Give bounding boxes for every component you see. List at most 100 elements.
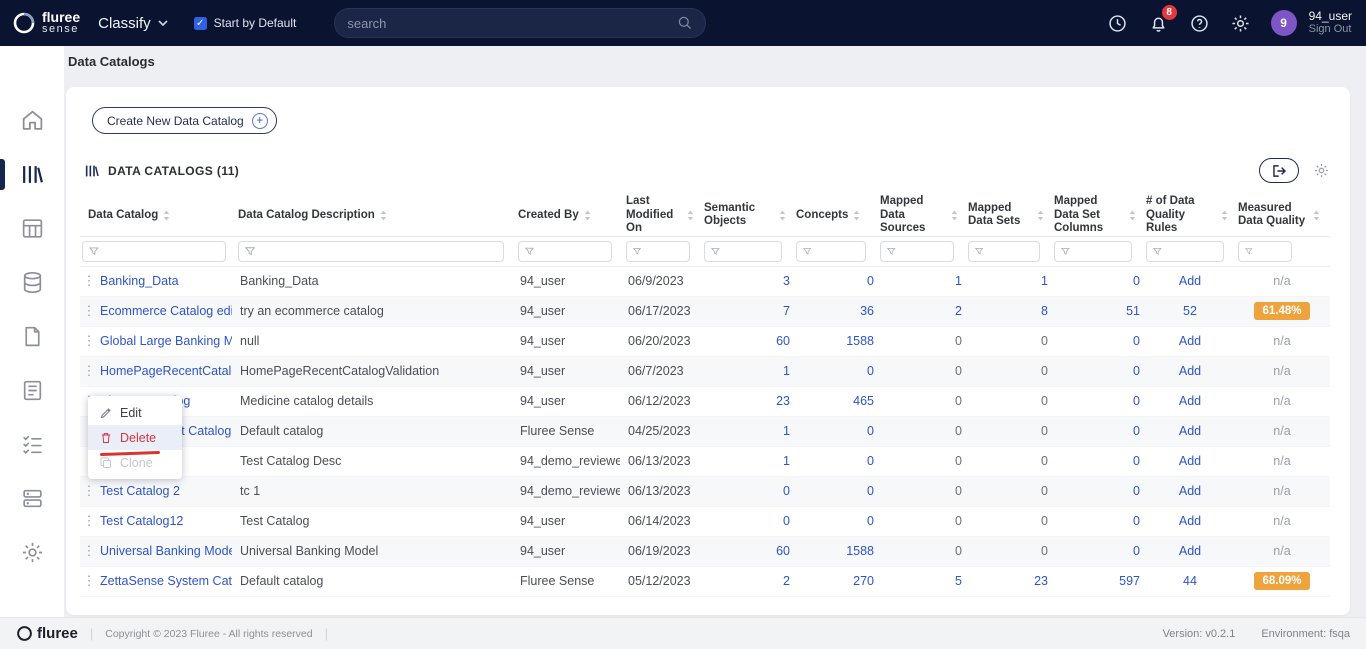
catalog-link[interactable]: ZettaSense System Catal	[100, 574, 232, 588]
filter-input-concepts[interactable]	[816, 245, 859, 257]
column-header-semantic_objects[interactable]: Semantic Objects	[704, 195, 796, 236]
start-by-default[interactable]: ✓ Start by Default	[194, 16, 297, 30]
mapped_columns-value[interactable]: 0	[1133, 454, 1140, 468]
quality-rules-link[interactable]: 44	[1183, 574, 1197, 588]
filter-input-description[interactable]	[260, 245, 497, 257]
sidebar-item-settings[interactable]	[0, 540, 64, 565]
concepts-value[interactable]: 0	[867, 274, 874, 288]
column-header-mapped_sets[interactable]: Mapped Data Sets	[968, 195, 1054, 236]
catalog-link[interactable]: Test Catalog 2	[100, 484, 232, 498]
settings-button[interactable]	[1230, 13, 1251, 34]
semantic_objects-value[interactable]: 7	[783, 304, 790, 318]
catalog-link[interactable]: Test Catalog12	[100, 514, 232, 528]
filter-input-semantic_objects[interactable]	[725, 245, 775, 257]
sidebar-item-report[interactable]	[0, 378, 64, 403]
table-settings-button[interactable]	[1313, 162, 1330, 179]
mapped_columns-value[interactable]: 0	[1133, 484, 1140, 498]
quality-rules-link[interactable]: Add	[1179, 274, 1201, 288]
concepts-value[interactable]: 36	[860, 304, 874, 318]
column-header-created_by[interactable]: Created By	[518, 195, 626, 236]
row-menu-button[interactable]: ⋮	[82, 303, 96, 319]
semantic_objects-value[interactable]: 0	[783, 484, 790, 498]
filter-input-mapped_sources[interactable]	[901, 245, 947, 257]
export-button[interactable]	[1259, 158, 1299, 183]
mapped_columns-value[interactable]: 0	[1133, 364, 1140, 378]
mapped_sources-value[interactable]: 2	[955, 304, 962, 318]
quality-rules-link[interactable]: 52	[1183, 304, 1197, 318]
semantic_objects-value[interactable]: 2	[783, 574, 790, 588]
filter-input-quality_rules[interactable]	[1167, 245, 1217, 257]
mapped_sets-value[interactable]: 1	[1041, 274, 1048, 288]
row-menu-button[interactable]: ⋮	[82, 513, 96, 529]
row-menu-button[interactable]: ⋮	[82, 273, 96, 289]
concepts-value[interactable]: 465	[853, 394, 874, 408]
filter-input-mapped_columns[interactable]	[1075, 245, 1125, 257]
catalog-link[interactable]: Banking_Data	[100, 274, 232, 288]
mapped_columns-value[interactable]: 0	[1133, 514, 1140, 528]
filter-input-catalog[interactable]	[104, 245, 219, 257]
column-header-last_modified[interactable]: Last Modified On	[626, 195, 704, 236]
history-button[interactable]	[1107, 13, 1128, 34]
mapped_columns-value[interactable]: 0	[1133, 394, 1140, 408]
concepts-value[interactable]: 270	[853, 574, 874, 588]
quality-rules-link[interactable]: Add	[1179, 364, 1201, 378]
concepts-value[interactable]: 1588	[846, 544, 874, 558]
column-header-measured_quality[interactable]: Measured Data Quality	[1238, 195, 1330, 236]
row-menu-button[interactable]: ⋮	[82, 363, 96, 379]
notifications-button[interactable]: 8	[1148, 13, 1169, 34]
concepts-value[interactable]: 0	[867, 454, 874, 468]
semantic_objects-value[interactable]: 1	[783, 364, 790, 378]
quality-rules-link[interactable]: Add	[1179, 394, 1201, 408]
concepts-value[interactable]: 0	[867, 424, 874, 438]
mapped_columns-value[interactable]: 0	[1133, 274, 1140, 288]
sidebar-item-grid[interactable]	[0, 216, 64, 241]
sidebar-item-document[interactable]	[0, 324, 64, 349]
concepts-value[interactable]: 0	[867, 514, 874, 528]
quality-rules-link[interactable]: Add	[1179, 454, 1201, 468]
sidebar-item-catalogs[interactable]	[0, 162, 64, 187]
concepts-value[interactable]: 0	[867, 364, 874, 378]
start-by-default-checkbox[interactable]: ✓	[194, 17, 207, 30]
mapped_sets-value[interactable]: 8	[1041, 304, 1048, 318]
search-input[interactable]	[347, 16, 677, 31]
quality-rules-link[interactable]: Add	[1179, 334, 1201, 348]
help-button[interactable]	[1189, 13, 1210, 34]
column-header-mapped_columns[interactable]: Mapped Data Set Columns	[1054, 195, 1146, 236]
filter-input-measured_quality[interactable]	[1258, 245, 1285, 257]
catalog-link[interactable]: Global Large Banking Moc	[100, 334, 232, 348]
semantic_objects-value[interactable]: 23	[776, 394, 790, 408]
column-header-mapped_sources[interactable]: Mapped Data Sources	[880, 195, 968, 236]
sidebar-item-database[interactable]	[0, 270, 64, 295]
mapped_sets-value[interactable]: 23	[1034, 574, 1048, 588]
sidebar-item-servers[interactable]	[0, 486, 64, 511]
sidebar-item-checklist[interactable]	[0, 432, 64, 457]
mapped_sources-value[interactable]: 1	[955, 274, 962, 288]
mapped_columns-value[interactable]: 0	[1133, 424, 1140, 438]
module-dropdown[interactable]: Classify	[98, 15, 168, 32]
mapped_columns-value[interactable]: 597	[1119, 574, 1140, 588]
quality-rules-link[interactable]: Add	[1179, 424, 1201, 438]
sign-out-link[interactable]: Sign Out	[1309, 23, 1352, 36]
brand-logo[interactable]: fluree sense	[12, 11, 80, 35]
column-header-quality_rules[interactable]: # of Data Quality Rules	[1146, 195, 1238, 236]
mapped_columns-value[interactable]: 0	[1133, 544, 1140, 558]
semantic_objects-value[interactable]: 60	[776, 334, 790, 348]
filter-input-mapped_sets[interactable]	[988, 245, 1033, 257]
mapped_columns-value[interactable]: 51	[1126, 304, 1140, 318]
row-menu-button[interactable]: ⋮	[82, 333, 96, 349]
catalog-link[interactable]: Ecommerce Catalog edite	[100, 304, 232, 318]
semantic_objects-value[interactable]: 1	[783, 424, 790, 438]
menu-item-delete[interactable]: Delete	[88, 425, 182, 450]
column-header-catalog[interactable]: Data Catalog	[80, 195, 238, 236]
sidebar-item-home[interactable]	[0, 108, 64, 133]
menu-item-edit[interactable]: Edit	[88, 400, 182, 425]
row-menu-button[interactable]: ⋮	[82, 483, 96, 499]
semantic_objects-value[interactable]: 0	[783, 514, 790, 528]
filter-input-last_modified[interactable]	[646, 245, 683, 257]
catalog-link[interactable]: HomePageRecentCatalog	[100, 364, 232, 378]
quality-rules-link[interactable]: Add	[1179, 484, 1201, 498]
row-menu-button[interactable]: ⋮	[82, 573, 96, 589]
semantic_objects-value[interactable]: 1	[783, 454, 790, 468]
mapped_columns-value[interactable]: 0	[1133, 334, 1140, 348]
semantic_objects-value[interactable]: 60	[776, 544, 790, 558]
